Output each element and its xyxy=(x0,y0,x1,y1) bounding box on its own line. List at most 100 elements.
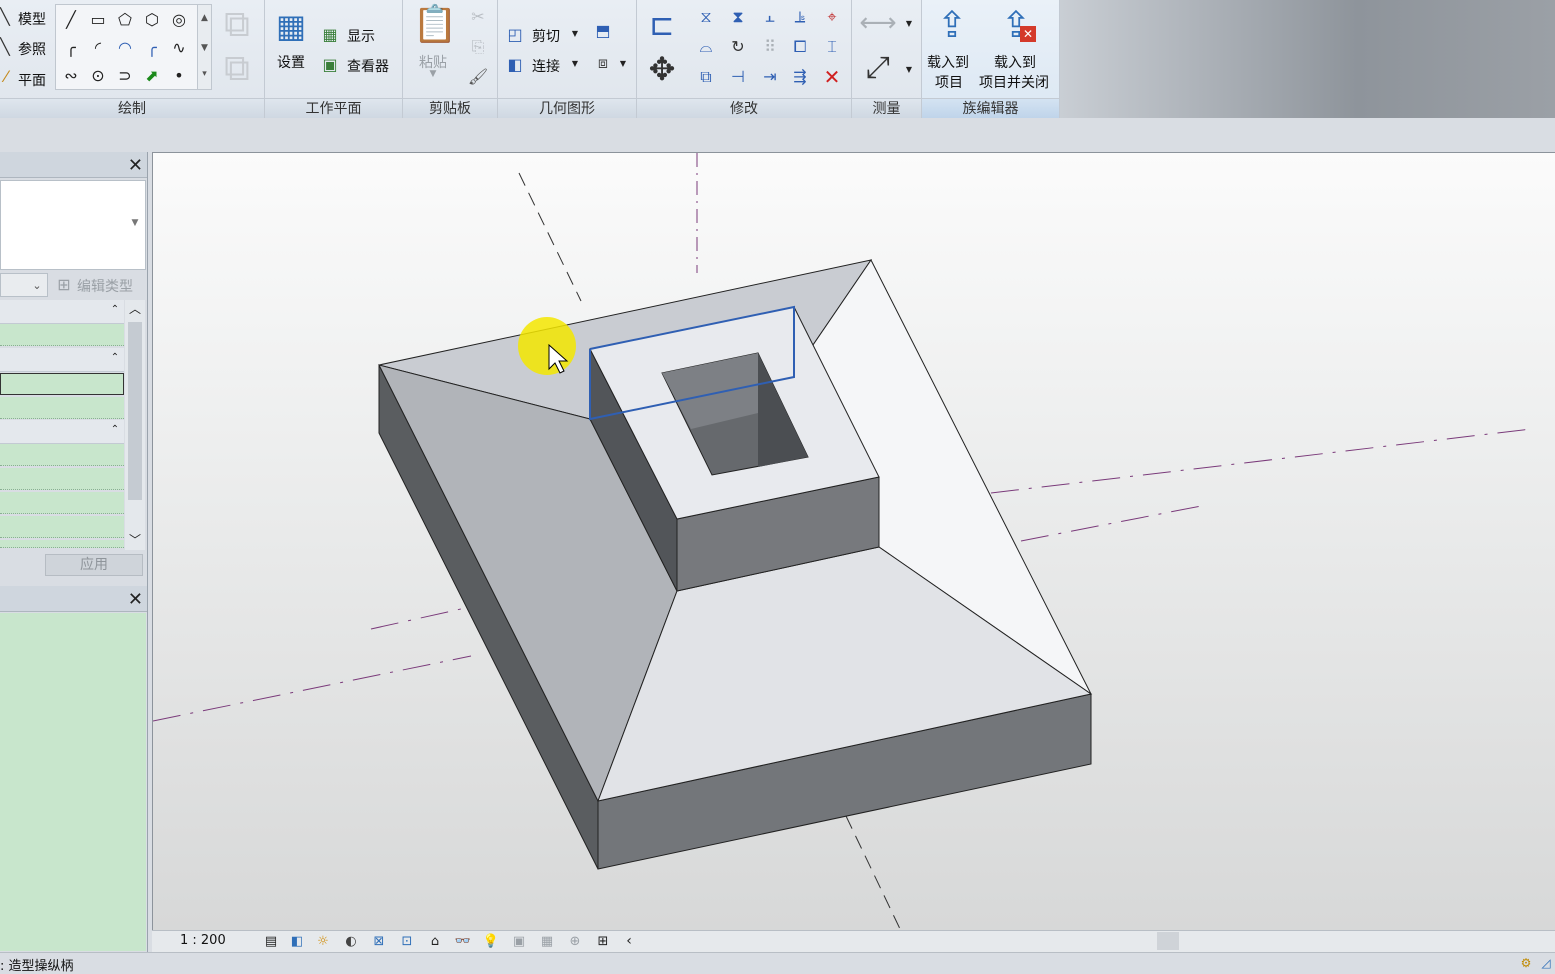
circle-icon[interactable]: ◎ xyxy=(168,9,190,31)
workplane-viewer-button[interactable]: 查看器 xyxy=(347,56,389,76)
join-dropdown-icon[interactable]: ▼ xyxy=(570,58,580,70)
wall-joins-icon[interactable]: ⧈ xyxy=(592,52,614,74)
trim-extend-single-icon[interactable]: ⇥ xyxy=(759,66,781,88)
horizontal-scroll-thumb[interactable] xyxy=(1157,932,1179,950)
load-and-close-label-1[interactable]: 载入到 xyxy=(994,52,1036,72)
split-gap-icon[interactable]: ⫡ xyxy=(789,6,811,28)
type-selector[interactable]: ▼ xyxy=(0,180,146,270)
property-row[interactable] xyxy=(0,444,124,466)
aligned-dimension-icon[interactable]: ⤢ xyxy=(856,48,900,88)
fillet-arc-icon[interactable]: ╭ xyxy=(141,37,163,59)
collapse-icon[interactable]: ⌃ xyxy=(110,352,120,364)
gallery-scrollbar[interactable]: ▲ ▼ ▾ xyxy=(197,5,211,89)
spline-icon[interactable]: ∿ xyxy=(168,37,190,59)
match-properties-icon[interactable]: 🖌 xyxy=(467,66,489,88)
cut-icon[interactable]: ✂ xyxy=(467,6,489,28)
array-icon[interactable]: ⠿ xyxy=(759,36,781,58)
property-row[interactable] xyxy=(0,540,124,548)
align-icon[interactable]: ⊏ xyxy=(643,6,681,46)
reference-plane-right[interactable] xyxy=(990,428,1532,494)
draw-model-button[interactable]: 模型 xyxy=(18,9,46,29)
properties-scrollbar[interactable]: ︿ ﹀ xyxy=(125,300,145,550)
worksharing-display-icon[interactable]: ▦ xyxy=(538,933,556,949)
trim-extend-corner-icon[interactable]: ⊣ xyxy=(727,66,749,88)
tangent-arc-icon[interactable]: ◠ xyxy=(114,37,136,59)
close-icon[interactable]: ✕ xyxy=(128,589,143,610)
close-icon[interactable]: ✕ xyxy=(128,155,143,176)
paste-dropdown-icon[interactable]: ▼ xyxy=(427,68,439,80)
temporary-view-properties-icon[interactable]: ▣ xyxy=(510,933,528,949)
collapse-icon[interactable]: ⌃ xyxy=(110,304,120,316)
load-into-project-label-2[interactable]: 项目 xyxy=(935,72,963,92)
project-browser[interactable] xyxy=(0,613,146,951)
property-row[interactable] xyxy=(0,468,124,490)
point-icon[interactable]: • xyxy=(168,65,190,87)
move-icon[interactable]: ✥ xyxy=(643,50,681,88)
offset-icon[interactable]: ⌓ xyxy=(695,36,717,58)
trim-extend-multiple-icon[interactable]: ⇶ xyxy=(789,66,811,88)
collapse-icon[interactable]: ⌃ xyxy=(110,424,120,436)
workplane-set-button[interactable]: 设置 xyxy=(277,52,305,72)
property-category[interactable]: ⌃ xyxy=(0,348,124,372)
cut-geometry-button[interactable]: 剪切 xyxy=(532,26,560,46)
measure-dropdown-icon[interactable]: ▼ xyxy=(904,18,914,30)
scroll-thumb[interactable] xyxy=(128,322,142,500)
model-3d-svg[interactable] xyxy=(153,153,1555,930)
join-geometry-button[interactable]: 连接 xyxy=(532,56,560,76)
design-options-icon[interactable]: ◿ xyxy=(1538,955,1554,971)
spline-through-points-icon[interactable]: ∾ xyxy=(60,65,82,87)
ellipse-icon[interactable]: ⊙ xyxy=(87,65,109,87)
property-category[interactable]: ⌃ xyxy=(0,300,124,324)
pick-lines-icon[interactable]: ⬈ xyxy=(141,65,163,87)
reference-plane-diagonal-lower[interactable] xyxy=(845,815,902,930)
crop-view-icon[interactable]: ⊠ xyxy=(370,933,388,949)
worksets-icon[interactable]: ⚙ xyxy=(1518,955,1534,971)
property-row[interactable] xyxy=(0,516,124,538)
property-category[interactable]: ⌃ xyxy=(0,420,124,444)
copy-icon[interactable]: ⎘ xyxy=(467,36,489,58)
dimension-dropdown-icon[interactable]: ▼ xyxy=(904,64,914,76)
reference-plane-left[interactable] xyxy=(153,655,472,722)
scroll-up-icon[interactable]: ︿ xyxy=(125,300,145,317)
workplane-show-button[interactable]: 显示 xyxy=(347,26,375,46)
arc-start-end-icon[interactable]: ╭ xyxy=(60,37,82,59)
sun-path-icon[interactable]: ☼ xyxy=(314,933,332,949)
property-row[interactable] xyxy=(0,492,124,514)
mirror-draw-axis-icon[interactable]: ⧗ xyxy=(727,6,749,28)
reference-plane-left-2[interactable] xyxy=(370,608,462,630)
inscribed-polygon-icon[interactable]: ⬠ xyxy=(114,9,136,31)
apply-button[interactable]: 应用 xyxy=(45,554,143,576)
load-into-project-label-1[interactable]: 载入到 xyxy=(927,52,969,72)
line-icon[interactable]: ╱ xyxy=(60,9,82,31)
pin-icon[interactable]: ⌶ xyxy=(821,36,843,58)
detail-level-icon[interactable]: ▤ xyxy=(262,933,280,949)
copy-element-icon[interactable]: ⧉ xyxy=(695,66,717,88)
scale-icon[interactable]: ⧠ xyxy=(789,36,811,58)
unlocked-3d-view-icon[interactable]: ⌂ xyxy=(426,933,444,949)
cut-dropdown-icon[interactable]: ▼ xyxy=(570,28,580,40)
unpin-icon[interactable]: ⌖ xyxy=(821,6,843,28)
view-scale[interactable]: 1 : 200 xyxy=(180,933,226,948)
draw-plane-button[interactable]: 平面 xyxy=(18,70,46,90)
reference-plane-diagonal[interactable] xyxy=(518,172,582,302)
3d-view-canvas[interactable] xyxy=(152,152,1555,930)
measure-between-icon[interactable]: ⟷ xyxy=(856,8,900,38)
temporary-hide-icon[interactable]: 👓 xyxy=(454,933,472,949)
property-row[interactable] xyxy=(0,324,124,346)
shadows-icon[interactable]: ◐ xyxy=(342,933,360,949)
circumscribed-polygon-icon[interactable]: ⬡ xyxy=(141,9,163,31)
scroll-down-icon[interactable]: ﹀ xyxy=(125,531,145,548)
arc-center-icon[interactable]: ◜ xyxy=(87,37,109,59)
edit-type-button[interactable]: 编辑类型 xyxy=(77,276,133,296)
delete-icon[interactable]: ✕ xyxy=(821,66,843,88)
instance-filter-dropdown[interactable]: ⌄ xyxy=(0,273,48,297)
mirror-pick-axis-icon[interactable]: ⧖ xyxy=(695,6,717,28)
partial-ellipse-icon[interactable]: ⊃ xyxy=(114,65,136,87)
reveal-hidden-icon[interactable]: 💡 xyxy=(482,933,500,949)
highlight-displacement-icon[interactable]: ⊞ xyxy=(594,933,612,949)
property-row[interactable] xyxy=(0,397,124,419)
split-element-icon[interactable]: ⫠ xyxy=(759,6,781,28)
show-crop-region-icon[interactable]: ⊡ xyxy=(398,933,416,949)
property-row-selected[interactable] xyxy=(0,373,124,395)
wall-joins-dropdown-icon[interactable]: ▼ xyxy=(618,58,628,70)
